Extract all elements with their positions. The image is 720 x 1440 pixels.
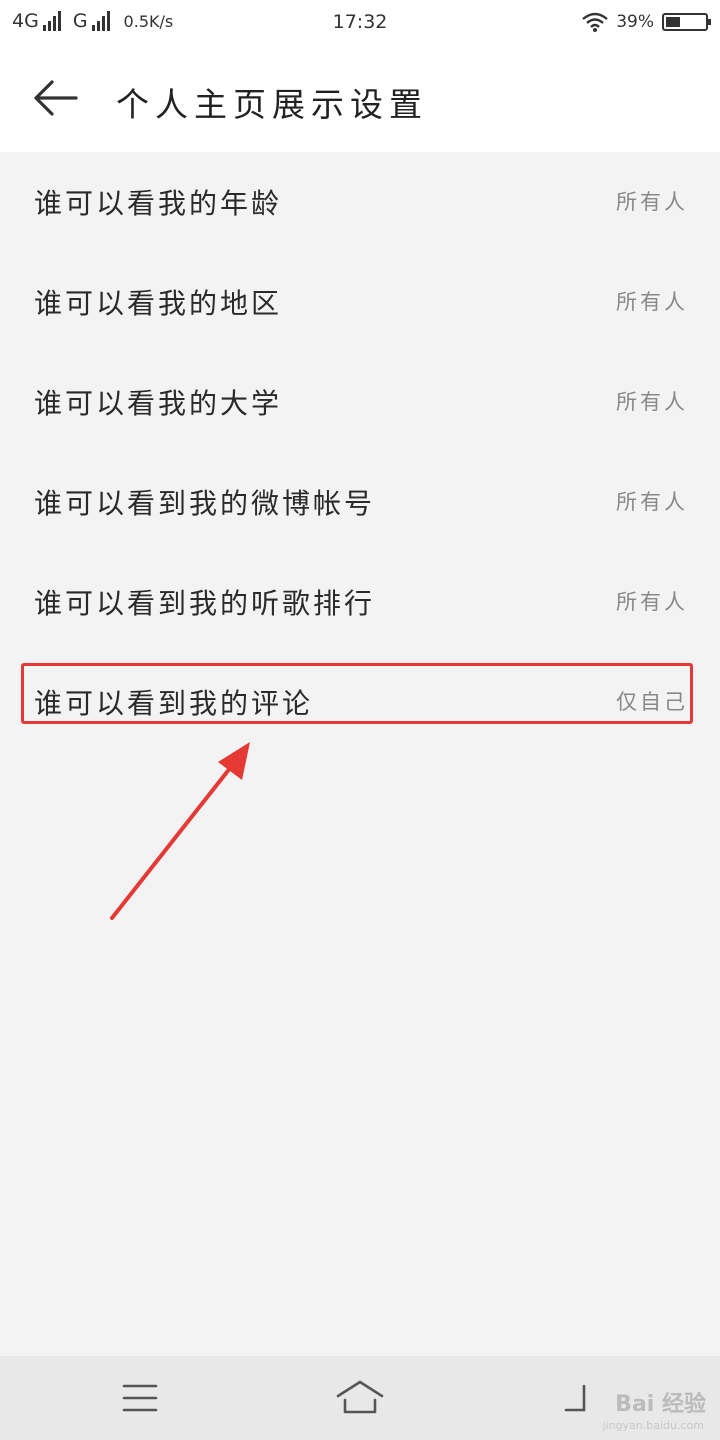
back-arrow-icon — [34, 80, 78, 116]
status-left: 4G G 0.5K/s — [12, 10, 173, 32]
watermark-url: jingyan.baidu.com — [602, 1419, 704, 1432]
setting-music-ranking[interactable]: 谁可以看到我的听歌排行 所有人 — [0, 552, 720, 652]
setting-value: 所有人 — [616, 490, 688, 514]
network-type-4g: 4G — [12, 10, 39, 32]
wifi-icon — [582, 12, 608, 32]
highlight-box — [21, 663, 693, 724]
home-icon — [336, 1380, 384, 1414]
setting-value: 所有人 — [616, 190, 688, 214]
setting-age[interactable]: 谁可以看我的年龄 所有人 — [0, 152, 720, 252]
watermark: Bai 经验 — [615, 1392, 706, 1417]
menu-icon — [122, 1384, 158, 1412]
back-icon — [564, 1384, 586, 1412]
signal-icon-2 — [91, 11, 110, 31]
status-bar: 4G G 0.5K/s 17:32 39% — [0, 0, 720, 48]
setting-label: 谁可以看我的地区 — [34, 287, 283, 320]
back-button[interactable] — [28, 76, 82, 120]
status-right: 39% — [582, 12, 711, 32]
signal-icon — [42, 11, 61, 31]
setting-weibo-account[interactable]: 谁可以看到我的微博帐号 所有人 — [0, 452, 720, 552]
header: 个人主页展示设置 — [0, 48, 720, 152]
network-type-g: G — [72, 10, 88, 32]
menu-button[interactable] — [110, 1372, 170, 1422]
setting-value: 所有人 — [616, 290, 688, 314]
network-speed: 0.5K/s — [123, 11, 174, 31]
setting-value: 所有人 — [616, 590, 688, 614]
setting-label: 谁可以看我的年龄 — [34, 187, 283, 220]
settings-list: 谁可以看我的年龄 所有人 谁可以看我的地区 所有人 谁可以看我的大学 所有人 谁… — [0, 152, 720, 752]
setting-label: 谁可以看到我的听歌排行 — [34, 587, 376, 620]
navigation-bar: Bai 经验 jingyan.baidu.com — [0, 1356, 720, 1440]
home-button[interactable] — [330, 1372, 390, 1422]
page-title: 个人主页展示设置 — [116, 85, 428, 124]
setting-university[interactable]: 谁可以看我的大学 所有人 — [0, 352, 720, 452]
setting-label: 谁可以看我的大学 — [34, 387, 283, 420]
setting-region[interactable]: 谁可以看我的地区 所有人 — [0, 252, 720, 352]
setting-label: 谁可以看到我的微博帐号 — [34, 487, 376, 520]
battery-percent: 39% — [616, 12, 654, 32]
setting-value: 所有人 — [616, 390, 688, 414]
back-nav-button[interactable] — [550, 1372, 610, 1422]
battery-icon — [662, 13, 711, 31]
